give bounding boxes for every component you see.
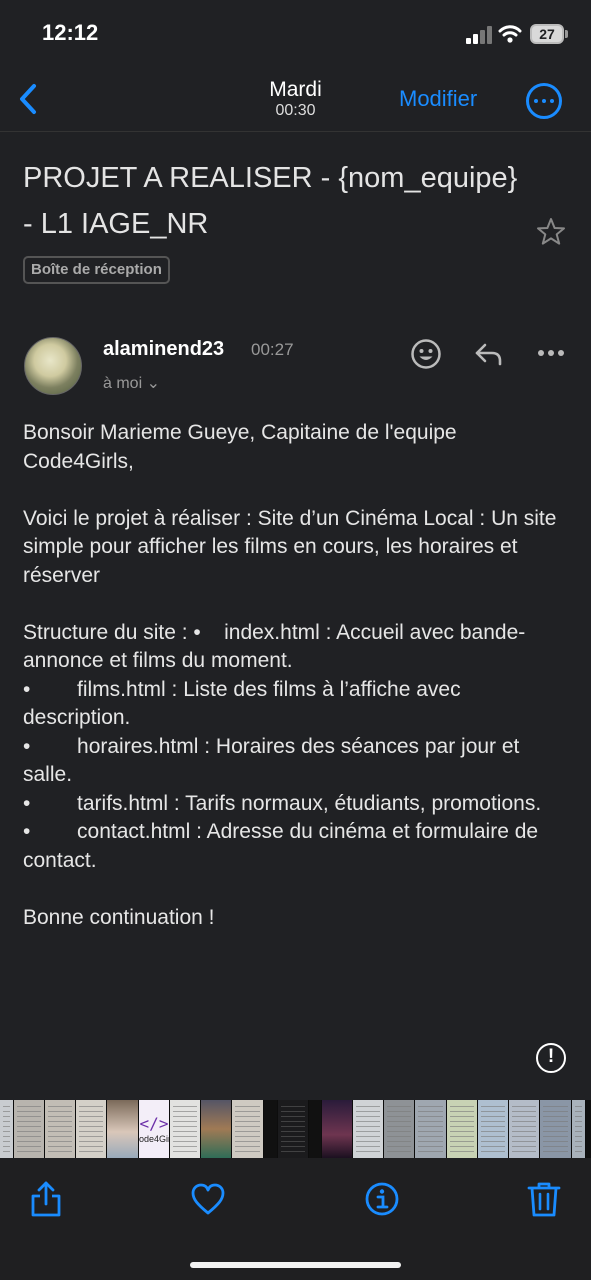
star-icon[interactable] (535, 216, 567, 248)
body-closing: Bonne continuation ! (23, 905, 215, 929)
home-indicator[interactable] (190, 1262, 401, 1268)
info-icon[interactable] (364, 1180, 400, 1218)
photo-thumbnail[interactable] (107, 1100, 139, 1158)
status-time: 12:12 (42, 20, 99, 45)
photo-thumbnail[interactable] (45, 1100, 76, 1158)
photo-thumbnail[interactable] (384, 1100, 415, 1158)
photo-thumbnail[interactable] (509, 1100, 540, 1158)
edit-button[interactable]: Modifier (399, 86, 477, 112)
photo-thumbnail[interactable] (478, 1100, 509, 1158)
body-greeting: Bonsoir Marieme Gueye, Capitaine de l'eq… (23, 421, 457, 473)
photo-thumbnail[interactable] (322, 1100, 353, 1158)
message-more-icon[interactable] (538, 350, 564, 358)
body-intro: Voici le projet à réaliser : Site d’un C… (23, 506, 557, 587)
photo-thumbnail[interactable] (278, 1100, 309, 1158)
photo-thumbnail[interactable] (232, 1100, 264, 1158)
photo-thumbnail[interactable] (76, 1100, 107, 1158)
mailbox-badge[interactable]: Boîte de réception (23, 256, 170, 284)
cellular-signal-icon (466, 26, 492, 44)
email-subject: PROJET A REALISER - {nom_equipe} - L1 IA… (23, 162, 518, 240)
body-structure-line: • horaires.html : Horaires des séances p… (23, 734, 520, 787)
trash-icon[interactable] (526, 1180, 562, 1218)
battery-cap (565, 30, 568, 38)
sender-avatar[interactable] (24, 337, 82, 395)
photo-thumbnail-strip[interactable]: </> ode4Girl (0, 1100, 591, 1158)
heart-icon[interactable] (190, 1180, 226, 1218)
photo-thumbnail[interactable] (353, 1100, 384, 1158)
photo-thumbnail[interactable] (415, 1100, 447, 1158)
battery-level: 27 (539, 26, 555, 42)
battery-icon: 27 (530, 24, 564, 44)
reply-icon[interactable] (474, 340, 504, 368)
photo-thumbnail[interactable] (170, 1100, 201, 1158)
email-body: Bonsoir Marieme Gueye, Capitaine de l'eq… (23, 419, 571, 932)
photo-thumbnail[interactable]: </> ode4Girl (139, 1100, 170, 1158)
nav-date: Mardi (269, 78, 322, 101)
wifi-icon (498, 25, 522, 43)
photo-thumbnail[interactable] (0, 1100, 14, 1158)
photo-thumbnail[interactable] (572, 1100, 586, 1158)
recipient-toggle[interactable]: à moi ⌄ (103, 373, 160, 393)
emoji-reaction-icon[interactable] (410, 338, 442, 370)
body-structure-line: • tarifs.html : Tarifs normaux, étudiant… (23, 791, 542, 815)
photo-thumbnail[interactable] (14, 1100, 45, 1158)
photo-thumbnail[interactable] (309, 1100, 322, 1158)
body-structure-line: Structure du site : • index.html : Accue… (23, 620, 526, 673)
more-options-icon[interactable] (526, 83, 562, 119)
thumbnail-caption: ode4Girl (139, 1134, 170, 1144)
sender-name[interactable]: alaminend23 (103, 338, 224, 361)
alert-icon[interactable]: ! (536, 1043, 566, 1073)
body-structure-line: • films.html : Liste des films à l’affic… (23, 677, 461, 730)
photo-thumbnail[interactable] (540, 1100, 572, 1158)
photo-thumbnail[interactable] (264, 1100, 278, 1158)
share-icon[interactable] (28, 1180, 64, 1218)
photo-thumbnail[interactable] (201, 1100, 232, 1158)
photo-thumbnail[interactable] (447, 1100, 478, 1158)
nav-time: 00:30 (275, 102, 316, 119)
code-logo-icon: </> (139, 1114, 169, 1133)
nav-divider (0, 131, 591, 132)
body-structure-line: • contact.html : Adresse du cinéma et fo… (23, 820, 539, 872)
sent-time: 00:27 (251, 340, 294, 359)
